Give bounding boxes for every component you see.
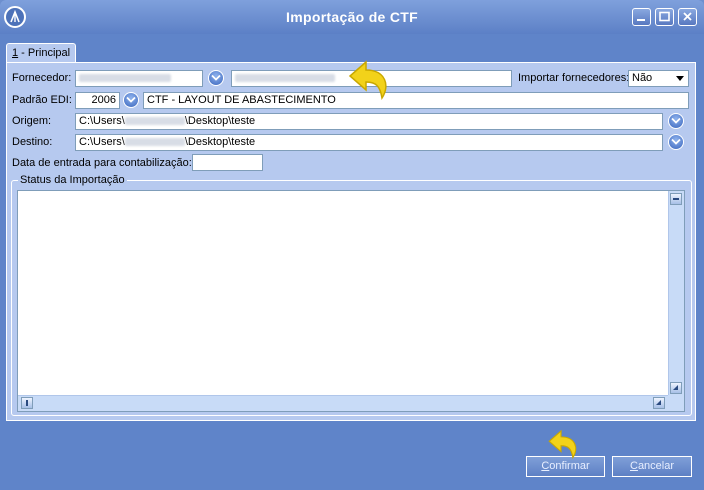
fornecedor-lookup-button[interactable]: [208, 70, 224, 86]
origem-browse-button[interactable]: [668, 113, 684, 129]
importar-fornecedores-label: Importar fornecedores:: [518, 72, 630, 84]
chevron-down-icon: [676, 76, 684, 81]
scroll-up-button[interactable]: [670, 193, 682, 205]
main-window: Importação de CTF 1 - Principal Forneced…: [0, 0, 704, 490]
minimize-button[interactable]: [632, 8, 651, 26]
title-bar: Importação de CTF: [0, 0, 704, 34]
vertical-scrollbar[interactable]: [668, 191, 684, 396]
chevron-down-icon: [126, 96, 136, 103]
destino-field[interactable]: C:\Users\ \Desktop\teste: [75, 134, 663, 151]
pointer-arrow-icon: [348, 60, 387, 100]
status-textarea[interactable]: [17, 190, 685, 412]
padrao-edi-desc-field[interactable]: CTF - LAYOUT DE ABASTECIMENTO: [143, 92, 689, 109]
scroll-left-button[interactable]: [21, 397, 33, 409]
destino-label: Destino:: [12, 136, 53, 148]
close-button[interactable]: [678, 8, 697, 26]
data-entrada-label: Data de entrada para contabilização:: [12, 157, 192, 169]
scroll-down-button[interactable]: [670, 382, 682, 394]
padrao-edi-code-field[interactable]: 2006: [75, 92, 120, 109]
importar-fornecedores-value: Não: [632, 72, 653, 84]
fornecedor-label: Fornecedor:: [12, 72, 72, 84]
chevron-down-icon: [211, 74, 221, 81]
destino-browse-button[interactable]: [668, 134, 684, 150]
window-title: Importação de CTF: [286, 9, 418, 25]
scroll-right-button[interactable]: [653, 397, 665, 409]
importar-fornecedores-select[interactable]: Não: [628, 70, 689, 87]
maximize-button[interactable]: [655, 8, 674, 26]
status-title: Status da Importação: [18, 174, 127, 186]
chevron-down-icon: [671, 138, 681, 145]
maximize-icon: [659, 11, 670, 22]
data-entrada-field[interactable]: [192, 154, 263, 171]
origem-label: Origem:: [12, 115, 52, 127]
horizontal-scrollbar[interactable]: [18, 395, 668, 411]
close-icon: [683, 12, 692, 21]
fornecedor-code-field[interactable]: [75, 70, 203, 87]
minimize-icon: [637, 19, 645, 21]
origem-field[interactable]: C:\Users\ \Desktop\teste: [75, 113, 663, 130]
padrao-edi-label: Padrão EDI:: [12, 94, 72, 106]
chevron-down-icon: [671, 117, 681, 124]
scroll-corner: [668, 395, 684, 411]
tab-principal[interactable]: 1 - Principal: [6, 43, 76, 63]
padrao-edi-lookup-button[interactable]: [123, 92, 139, 108]
pointer-arrow-icon: [548, 429, 577, 460]
cancel-button[interactable]: Cancelar: [612, 456, 692, 477]
